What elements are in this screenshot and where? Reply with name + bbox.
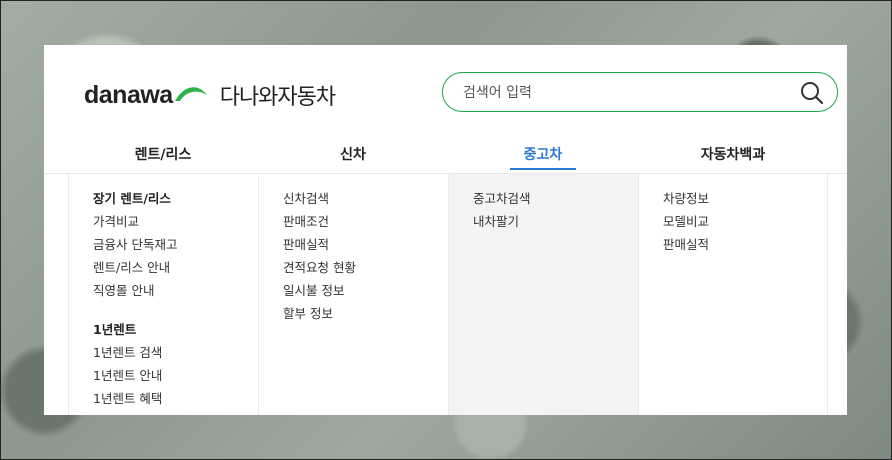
menu-item-exclusive-stock[interactable]: 금융사 단독재고 [69,233,258,256]
search-button[interactable] [799,80,825,106]
new-car-group: 신차검색 판매조건 판매실적 견적요청 현황 일시불 정보 할부 정보 [259,174,448,325]
logo-swoosh-icon [174,87,207,101]
menu-item-direct-mall-guide[interactable]: 직영몰 안내 [69,279,258,302]
menu-item-rent-guide[interactable]: 렌트/리스 안내 [69,256,258,279]
menu-item-installment-info[interactable]: 할부 정보 [259,302,448,325]
tab-label: 중고차 [523,147,563,163]
menu-item-sell-my-car[interactable]: 내차팔기 [449,210,638,233]
menu-group-title: 장기 렌트/리스 [93,191,171,206]
tab-car-encyclopedia[interactable]: 자동차백과 [638,141,828,173]
menu-group-title: 1년렌트 [93,322,137,337]
menu-item-used-car-search[interactable]: 중고차검색 [449,187,638,210]
search-input[interactable] [461,82,785,104]
menu-item-model-compare[interactable]: 모델비교 [639,210,827,233]
encyclopedia-group: 차량정보 모델비교 판매실적 [639,174,827,256]
menu-item-lump-sum-info[interactable]: 일시불 정보 [259,279,448,302]
one-year-rent-group: 1년렌트 1년렌트 검색 1년렌트 안내 1년렌트 혜택 [69,302,258,410]
encyclopedia-menu-column: 차량정보 모델비교 판매실적 [638,174,828,415]
site-header-panel: danawa 다나와자동차 렌트/리스 신차 중고차 자동차백과 [44,45,847,415]
used-car-menu-column: 중고차검색 내차팔기 [448,174,638,415]
menu-item-one-year-search[interactable]: 1년렌트 검색 [69,341,258,364]
menu-item-quote-status[interactable]: 견적요청 현황 [259,256,448,279]
danawa-logo[interactable]: danawa 다나와자동차 [84,77,336,113]
new-car-menu-column: 신차검색 판매조건 판매실적 견적요청 현황 일시불 정보 할부 정보 [258,174,448,415]
menu-item-new-car-search[interactable]: 신차검색 [259,187,448,210]
logo-brand-text: danawa [84,80,173,109]
tab-label: 자동차백과 [700,147,766,163]
menu-item-sales-conditions[interactable]: 판매조건 [259,210,448,233]
rent-lease-menu-column: 장기 렌트/리스 가격비교 금융사 단독재고 렌트/리스 안내 직영몰 안내 1… [68,174,258,415]
logo-sub-text: 다나와자동차 [219,85,336,110]
search-icon [801,82,824,105]
menu-item-price-compare[interactable]: 가격비교 [69,210,258,233]
menu-item-one-year-guide[interactable]: 1년렌트 안내 [69,364,258,387]
menu-item-sales-results[interactable]: 판매실적 [639,233,827,256]
menu-item-one-year-benefits[interactable]: 1년렌트 혜택 [69,387,258,410]
tab-new-car[interactable]: 신차 [258,141,448,173]
category-tabs: 렌트/리스 신차 중고차 자동차백과 [68,141,828,173]
active-tab-indicator [510,168,576,170]
tab-label: 신차 [340,147,366,163]
menu-item-vehicle-info[interactable]: 차량정보 [639,187,827,210]
long-term-rent-group: 장기 렌트/리스 가격비교 금융사 단독재고 렌트/리스 안내 직영몰 안내 [69,174,258,302]
tab-label: 렌트/리스 [134,147,192,163]
tab-rent-lease[interactable]: 렌트/리스 [68,141,258,173]
search-box [442,72,838,112]
menu-item-sales-results[interactable]: 판매실적 [259,233,448,256]
tab-used-car[interactable]: 중고차 [448,141,638,173]
used-car-group: 중고차검색 내차팔기 [449,174,638,233]
